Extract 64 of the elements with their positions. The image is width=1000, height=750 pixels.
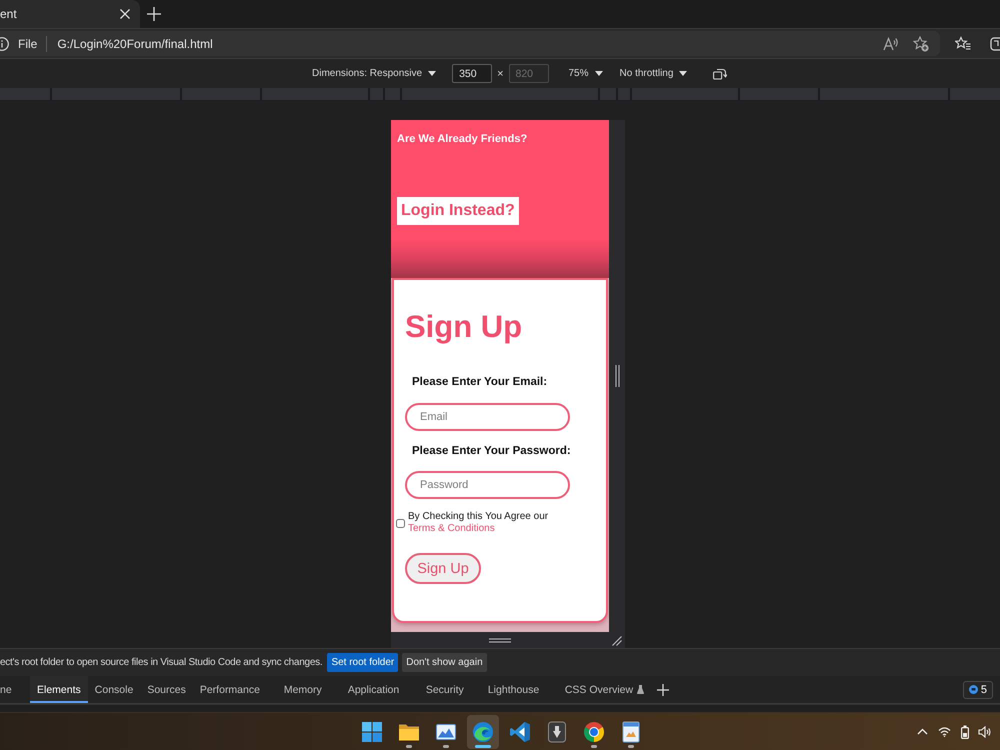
grip-icon [614,365,620,387]
devtools-tab[interactable]: Memory [276,676,341,703]
resize-handle[interactable] [391,632,609,648]
notification-button[interactable]: Don't show again [402,653,487,672]
checkbox[interactable] [396,518,405,528]
devtools-tab[interactable]: Security [418,676,481,703]
grid-icon [361,720,383,742]
message-icon [968,685,978,694]
notification-text: ect's root folder to open source files in Visual Studio Code and sync changes. [0,657,322,668]
wifi-icon[interactable] [938,726,951,737]
dimension-field[interactable]: 350 [452,64,492,83]
battery-icon[interactable] [961,724,969,738]
star-plus-icon[interactable] [913,36,929,52]
tile-icon [546,720,568,742]
grip-icon [489,638,511,642]
caret-icon [594,71,603,76]
new-tab-button[interactable] [145,5,163,23]
diagonal-grip-icon [612,636,622,646]
code-icon [509,720,531,742]
devtools-tab[interactable]: ne [0,676,30,703]
issues-button[interactable]: 5 [962,680,993,698]
swirl-icon [472,720,494,742]
panel-icon[interactable] [990,36,1000,52]
notification-button[interactable]: Set root folder [327,653,398,672]
color-wheel-icon [583,720,605,742]
add-icon [147,7,161,21]
add-icon[interactable] [657,684,670,696]
input-field[interactable]: Password [405,471,570,499]
read-aloud-icon[interactable] [883,36,899,52]
devtools-tab[interactable]: Elements [30,676,88,703]
url-text: G:/Login%20Forum/final.html [57,36,213,50]
close-icon [120,9,130,19]
dimensions-dropdown[interactable]: Dimensions: Responsive [312,68,436,79]
resize-handle[interactable] [609,120,625,632]
terms-text: By Checking this You Agree our Terms & Conditions [408,511,550,535]
caret-icon [428,71,436,76]
devtools-tab[interactable]: Console [88,676,140,703]
devtools-tab[interactable]: Performance [192,676,277,703]
document-icon [620,720,642,742]
tab-title: ent [0,7,18,21]
zoom-dropdown[interactable]: 75% [568,68,603,79]
banner-text: Are We Already Friends? [397,132,528,146]
browser-tab[interactable]: ent [0,0,140,28]
speaker-icon[interactable] [978,726,991,738]
chevron-up-icon[interactable] [917,728,928,735]
login-button[interactable]: Login Instead? [397,197,519,225]
field-label: Please Enter Your Email: [412,375,548,389]
site-info-label: File [18,36,38,50]
taskbar-button[interactable] [467,714,499,748]
field-label: Please Enter Your Password: [412,444,572,458]
address-bar[interactable]: File G:/Login%20Forum/final.html [0,31,940,56]
devtools-tab[interactable]: Lighthouse [480,676,558,703]
favorites-icon[interactable] [955,36,971,52]
devtools-tab[interactable]: Application [340,676,419,703]
devtools-tab[interactable]: Sources [140,676,193,703]
caret-icon [679,71,688,76]
rotate-icon[interactable] [713,68,728,80]
throttling-dropdown[interactable]: No throttling [620,68,688,79]
close-tab-button[interactable] [118,7,132,21]
times-sign: × [497,68,504,80]
form-heading: Sign Up [405,309,524,345]
devtools-tab[interactable]: CSS Overview [558,676,652,703]
input-field[interactable]: Email [405,403,570,431]
info-icon [0,36,10,52]
